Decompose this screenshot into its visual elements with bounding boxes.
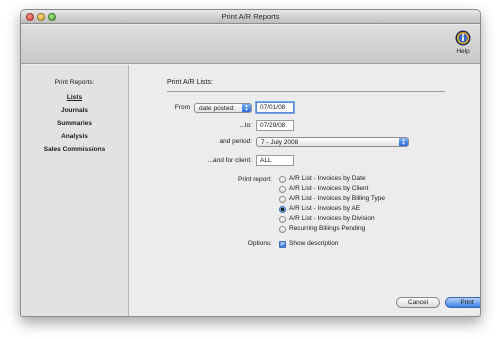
- client-label: ...and for client:: [207, 157, 252, 164]
- from-label: From: [174, 104, 190, 111]
- help-button[interactable]: Help: [451, 27, 475, 61]
- print-ar-reports-window: Print A/R Reports Help Print Reports: Li…: [20, 9, 481, 317]
- show-description-label[interactable]: Show description: [289, 240, 339, 247]
- popup-arrows-icon: ▴ ▾: [399, 138, 408, 147]
- sidebar-item-journals[interactable]: Journals: [21, 107, 128, 114]
- options-label: Options:: [247, 240, 272, 247]
- report-option-label: Recurring Billings Pending: [289, 225, 366, 232]
- report-option-label: A/R List - Invoices by Billing Type: [289, 195, 385, 202]
- period-label: and period:: [219, 138, 252, 145]
- section-divider: [167, 91, 445, 92]
- radio-button[interactable]: [279, 196, 286, 203]
- window-title: Print A/R Reports: [221, 12, 280, 21]
- to-label: ...to:: [239, 122, 252, 129]
- from-date-field[interactable]: 07/01/08: [256, 102, 294, 113]
- checkmark-icon: ✓: [280, 242, 286, 248]
- report-category-sidebar: Print Reports: Lists Journals Summaries …: [21, 65, 129, 316]
- section-title: Print A/R Lists:: [167, 79, 213, 86]
- info-icon: [455, 30, 471, 46]
- title-bar: Print A/R Reports: [21, 10, 480, 24]
- period-value: 7 - July 2008: [261, 139, 299, 146]
- toolbar: Help: [21, 25, 480, 64]
- radio-button[interactable]: [279, 216, 286, 223]
- report-option-label: A/R List - Invoices by Date: [289, 175, 366, 182]
- radio-button-selected[interactable]: [279, 206, 286, 213]
- sidebar-item-summaries[interactable]: Summaries: [21, 120, 128, 127]
- radio-button[interactable]: [279, 176, 286, 183]
- sidebar-header: Print Reports:: [54, 79, 95, 86]
- popup-arrows-icon: ▴ ▾: [242, 104, 251, 113]
- date-type-value: date posted:: [199, 105, 235, 112]
- print-report-label: Print report:: [238, 176, 272, 183]
- sidebar-item-lists[interactable]: Lists: [21, 94, 128, 101]
- help-label: Help: [456, 48, 470, 55]
- report-option-label: A/R List - Invoices by AE: [289, 205, 361, 212]
- print-button[interactable]: Print: [445, 297, 480, 308]
- report-option-label: A/R List - Invoices by Client: [289, 185, 369, 192]
- lists-panel: Print A/R Lists: From date posted: ▴ ▾ 07…: [130, 65, 480, 316]
- sidebar-item-sales-commissions[interactable]: Sales Commissions: [21, 146, 128, 153]
- client-field[interactable]: ALL: [256, 155, 294, 166]
- cancel-button[interactable]: Cancel: [396, 297, 440, 308]
- to-date-field[interactable]: 07/29/08: [256, 120, 294, 131]
- radio-button[interactable]: [279, 226, 286, 233]
- radio-button[interactable]: [279, 186, 286, 193]
- period-popup[interactable]: 7 - July 2008 ▴ ▾: [256, 137, 409, 147]
- sidebar-item-analysis[interactable]: Analysis: [21, 133, 128, 140]
- show-description-checkbox[interactable]: ✓: [279, 241, 286, 248]
- date-type-popup[interactable]: date posted: ▴ ▾: [194, 103, 252, 113]
- report-option-label: A/R List - Invoices by Division: [289, 215, 375, 222]
